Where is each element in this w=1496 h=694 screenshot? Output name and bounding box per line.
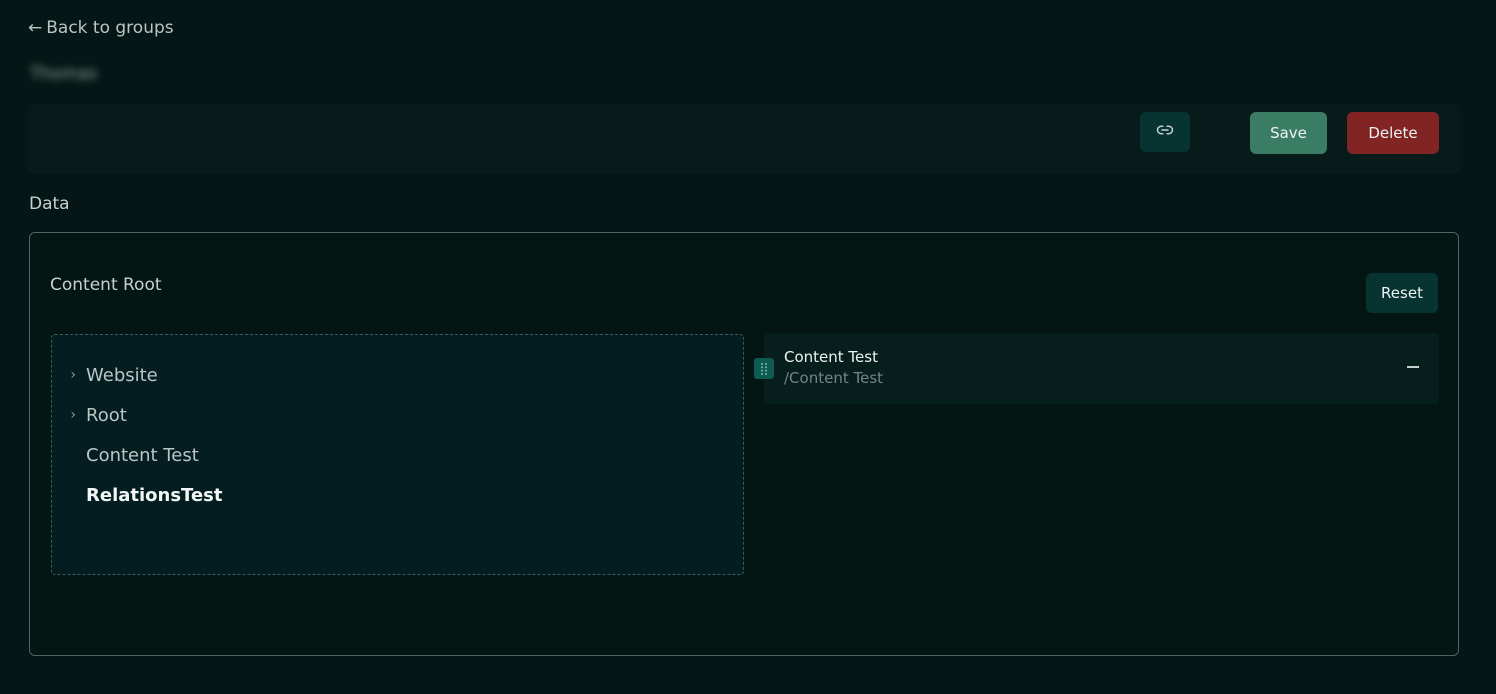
data-panel: Content Root Reset › Website › Root › Co…: [29, 232, 1459, 656]
delete-button[interactable]: Delete: [1347, 112, 1439, 154]
selected-content-item: Content Test /Content Test: [764, 333, 1439, 404]
remove-item-button[interactable]: [1405, 355, 1421, 379]
reset-button[interactable]: Reset: [1366, 273, 1438, 313]
back-to-groups-link[interactable]: ← Back to groups: [28, 16, 174, 40]
tree-item-label: Content Test: [86, 444, 199, 466]
back-link-label: Back to groups: [46, 18, 174, 38]
chevron-right-icon[interactable]: ›: [52, 407, 86, 423]
copy-link-button[interactable]: [1140, 112, 1190, 152]
data-section-label: Data: [29, 194, 70, 214]
tree-item-website[interactable]: › Website: [52, 355, 743, 395]
group-name: Thomas: [30, 64, 98, 84]
selected-item-path: /Content Test: [784, 369, 884, 387]
tree-item-label: RelationsTest: [86, 484, 223, 506]
tree-item-content-test[interactable]: › Content Test: [52, 435, 743, 475]
arrow-left-icon: ←: [28, 17, 43, 38]
tree-item-root[interactable]: › Root: [52, 395, 743, 435]
action-bar: [28, 104, 1460, 174]
drag-handle-icon[interactable]: [754, 358, 774, 379]
tree-item-label: Root: [86, 404, 127, 426]
save-button[interactable]: Save: [1250, 112, 1327, 154]
link-icon: [1156, 121, 1174, 143]
content-tree: › Website › Root › Content Test › Relati…: [51, 334, 744, 575]
tree-item-relationstest[interactable]: › RelationsTest: [52, 475, 743, 515]
content-root-label: Content Root: [50, 275, 162, 295]
tree-item-label: Website: [86, 364, 158, 386]
minus-icon: [1407, 366, 1419, 368]
chevron-right-icon[interactable]: ›: [52, 367, 86, 383]
selected-item-title: Content Test: [784, 348, 878, 366]
